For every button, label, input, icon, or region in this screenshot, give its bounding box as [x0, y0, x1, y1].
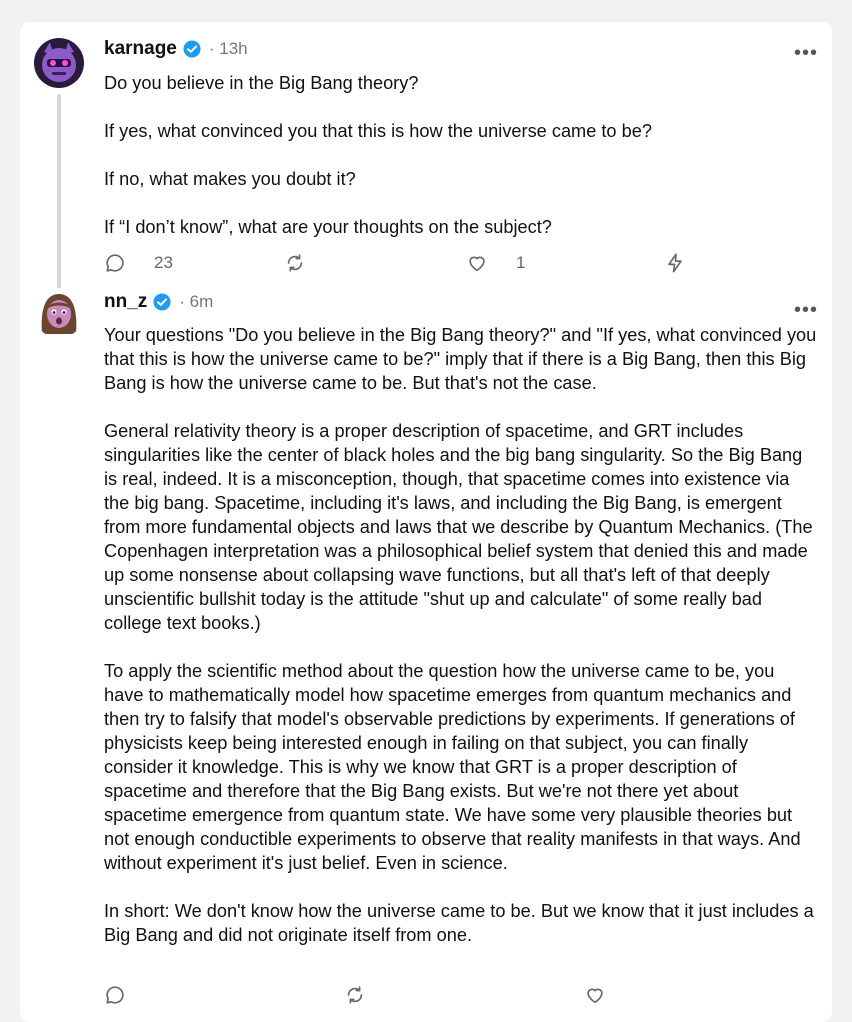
paragraph: If yes, what convinced you that this is … — [104, 121, 652, 141]
paragraph: In short: We don't know how the universe… — [104, 901, 814, 945]
more-options-icon[interactable]: ••• — [794, 43, 818, 63]
like-button[interactable]: 1 — [466, 250, 525, 276]
verified-badge-icon — [183, 40, 201, 58]
heart-icon — [469, 256, 485, 272]
paragraph: If “I don’t know”, what are your thought… — [104, 217, 552, 237]
reply-button[interactable] — [104, 982, 126, 1008]
reply-button[interactable]: 23 — [104, 250, 173, 276]
username[interactable]: karnage — [104, 38, 177, 60]
post-time: · 6m — [179, 292, 214, 311]
repost-icon — [347, 986, 363, 1004]
reply-icon — [106, 254, 124, 272]
boost-button[interactable] — [664, 250, 686, 276]
username[interactable]: nn_z — [104, 291, 147, 313]
time-value: 13h — [219, 39, 248, 58]
repost-button[interactable] — [284, 250, 306, 276]
avatar[interactable] — [34, 38, 84, 88]
like-button[interactable] — [584, 982, 606, 1008]
post-header: nn_z · 6m — [104, 288, 818, 316]
thread-line — [57, 94, 61, 290]
like-count: 1 — [516, 253, 526, 272]
repost-icon — [287, 254, 303, 272]
avatar[interactable] — [34, 288, 84, 338]
purple-robot-avatar-icon — [34, 38, 84, 88]
paragraph: Your questions "Do you believe in the Bi… — [104, 325, 817, 393]
lightning-icon — [668, 253, 682, 273]
paragraph: General relativity theory is a proper de… — [104, 421, 813, 633]
paragraph: Do you believe in the Big Bang theory? — [104, 73, 419, 93]
post-actions — [104, 982, 684, 1008]
post-body: Do you believe in the Big Bang theory? I… — [104, 71, 818, 263]
post-time: · 13h — [208, 39, 248, 58]
repost-button[interactable] — [344, 982, 366, 1008]
verified-badge-icon — [153, 293, 171, 311]
reply-icon — [106, 986, 124, 1004]
heart-icon — [587, 988, 603, 1004]
more-options-icon[interactable]: ••• — [794, 300, 818, 320]
paragraph: If no, what makes you doubt it? — [104, 169, 356, 189]
surprised-woman-emoji-avatar-icon — [34, 288, 84, 338]
post-actions: 23 1 — [104, 250, 684, 276]
thread-card: karnage · 13h ••• Do you believe in the … — [20, 22, 832, 1022]
post-header: karnage · 13h — [104, 35, 818, 63]
post-body: Your questions "Do you believe in the Bi… — [104, 323, 818, 971]
reply-count: 23 — [154, 253, 173, 272]
paragraph: To apply the scientific method about the… — [104, 661, 801, 873]
time-value: 6m — [189, 292, 214, 311]
